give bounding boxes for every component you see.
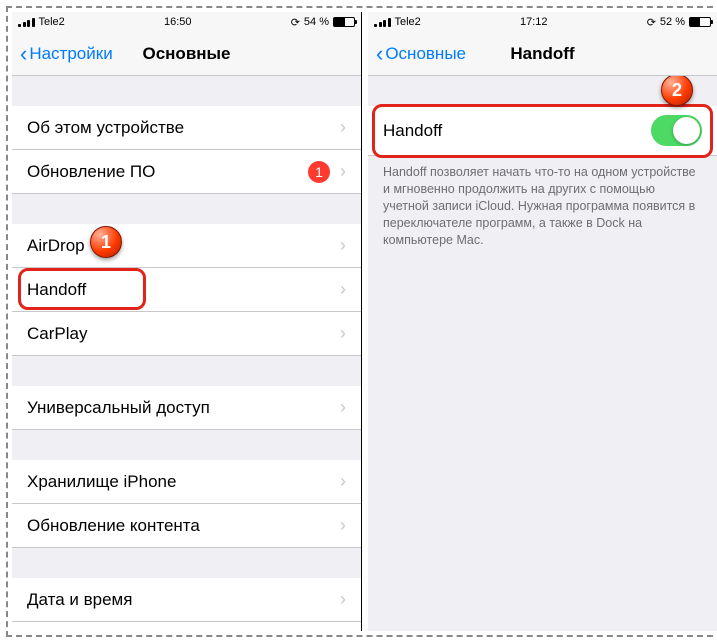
cell-about[interactable]: Об этом устройстве › — [12, 106, 361, 150]
cell-keyboard[interactable]: Клавиатура › — [12, 622, 361, 631]
chevron-left-icon: ‹ — [376, 43, 383, 65]
nav-bar: ‹ Настройки Основные — [12, 32, 361, 76]
tutorial-frame: Tele2 16:50 ⟳ 54 % ‹ Настройки Основные … — [6, 6, 717, 637]
chevron-right-icon: › — [340, 161, 346, 182]
cell-background-refresh[interactable]: Обновление контента › — [12, 504, 361, 548]
signal-icon — [374, 18, 391, 27]
chevron-right-icon: › — [340, 235, 346, 256]
cell-handoff-toggle[interactable]: Handoff — [368, 106, 717, 156]
toggle-knob — [673, 117, 700, 144]
chevron-right-icon: › — [340, 117, 346, 138]
back-label: Настройки — [29, 44, 112, 64]
carrier-label: Tele2 — [39, 16, 65, 28]
chevron-right-icon: › — [340, 279, 346, 300]
rotation-lock-icon: ⟳ — [291, 16, 300, 29]
update-badge: 1 — [308, 161, 330, 183]
handoff-toggle[interactable] — [651, 115, 702, 146]
battery-pct: 54 % — [304, 16, 329, 28]
status-bar: Tele2 16:50 ⟳ 54 % — [12, 12, 361, 32]
cell-accessibility[interactable]: Универсальный доступ › — [12, 386, 361, 430]
chevron-right-icon: › — [340, 323, 346, 344]
cell-label: Обновление ПО — [27, 162, 308, 182]
carrier-label: Tele2 — [395, 16, 421, 28]
cell-label: Дата и время — [27, 590, 340, 610]
cell-storage[interactable]: Хранилище iPhone › — [12, 460, 361, 504]
cell-airdrop[interactable]: AirDrop › — [12, 224, 361, 268]
cell-carplay[interactable]: CarPlay › — [12, 312, 361, 356]
cell-label: Обновление контента — [27, 516, 340, 536]
battery-icon — [689, 17, 711, 27]
cell-label: Хранилище iPhone — [27, 472, 340, 492]
back-button[interactable]: ‹ Настройки — [20, 43, 113, 65]
step-marker-1: 1 — [90, 226, 122, 258]
nav-bar: ‹ Основные Handoff — [368, 32, 717, 76]
battery-pct: 52 % — [660, 16, 685, 28]
chevron-right-icon: › — [340, 515, 346, 536]
chevron-left-icon: ‹ — [20, 43, 27, 65]
handoff-settings: Handoff Handoff позволяет начать что-то … — [368, 76, 717, 631]
cell-label: AirDrop — [27, 236, 340, 256]
status-time: 17:12 — [520, 16, 548, 28]
handoff-description: Handoff позволяет начать что-то на одном… — [368, 156, 717, 256]
cell-label: CarPlay — [27, 324, 340, 344]
cell-label: Универсальный доступ — [27, 398, 340, 418]
back-label: Основные — [385, 44, 466, 64]
cell-label: Handoff — [383, 121, 651, 141]
cell-handoff[interactable]: Handoff › — [12, 268, 361, 312]
signal-icon — [18, 18, 35, 27]
status-time: 16:50 — [164, 16, 192, 28]
phone-right: Tele2 17:12 ⟳ 52 % ‹ Основные Handoff Ha… — [368, 12, 717, 631]
chevron-right-icon: › — [340, 471, 346, 492]
cell-label: Об этом устройстве — [27, 118, 340, 138]
chevron-right-icon: › — [340, 397, 346, 418]
chevron-right-icon: › — [340, 589, 346, 610]
settings-list: Об этом устройстве › Обновление ПО 1 › A… — [12, 76, 361, 631]
status-bar: Tele2 17:12 ⟳ 52 % — [368, 12, 717, 32]
cell-label: Handoff — [27, 280, 340, 300]
cell-software-update[interactable]: Обновление ПО 1 › — [12, 150, 361, 194]
cell-date-time[interactable]: Дата и время › — [12, 578, 361, 622]
back-button[interactable]: ‹ Основные — [376, 43, 466, 65]
phone-left: Tele2 16:50 ⟳ 54 % ‹ Настройки Основные … — [12, 12, 362, 631]
battery-icon — [333, 17, 355, 27]
rotation-lock-icon: ⟳ — [647, 16, 656, 29]
